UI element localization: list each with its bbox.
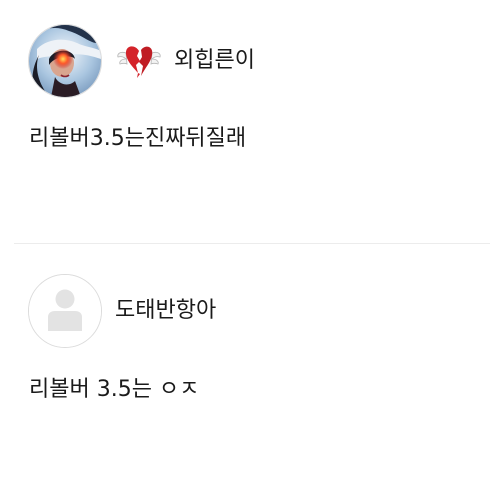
comment-item: 외힙른이 리볼버3.5는진짜뒤질래: [0, 0, 490, 244]
comment-header: 외힙른이: [28, 23, 255, 99]
comment-item: 도태반항아 리볼버 3.5는 ㅇㅈ: [0, 246, 490, 489]
divider: [14, 243, 490, 244]
winged-broken-heart-icon: [116, 41, 162, 81]
comment-header: 도태반항아: [28, 273, 216, 349]
user-avatar[interactable]: [28, 274, 102, 348]
username[interactable]: 도태반항아: [115, 300, 216, 322]
username[interactable]: 외힙른이: [174, 50, 255, 72]
profile-photo-icon: [29, 25, 101, 97]
default-avatar-icon: [29, 275, 101, 347]
comment-text: 리볼버3.5는진짜뒤질래: [29, 126, 247, 151]
user-avatar[interactable]: [28, 24, 102, 98]
comment-text: 리볼버 3.5는 ㅇㅈ: [29, 377, 200, 402]
